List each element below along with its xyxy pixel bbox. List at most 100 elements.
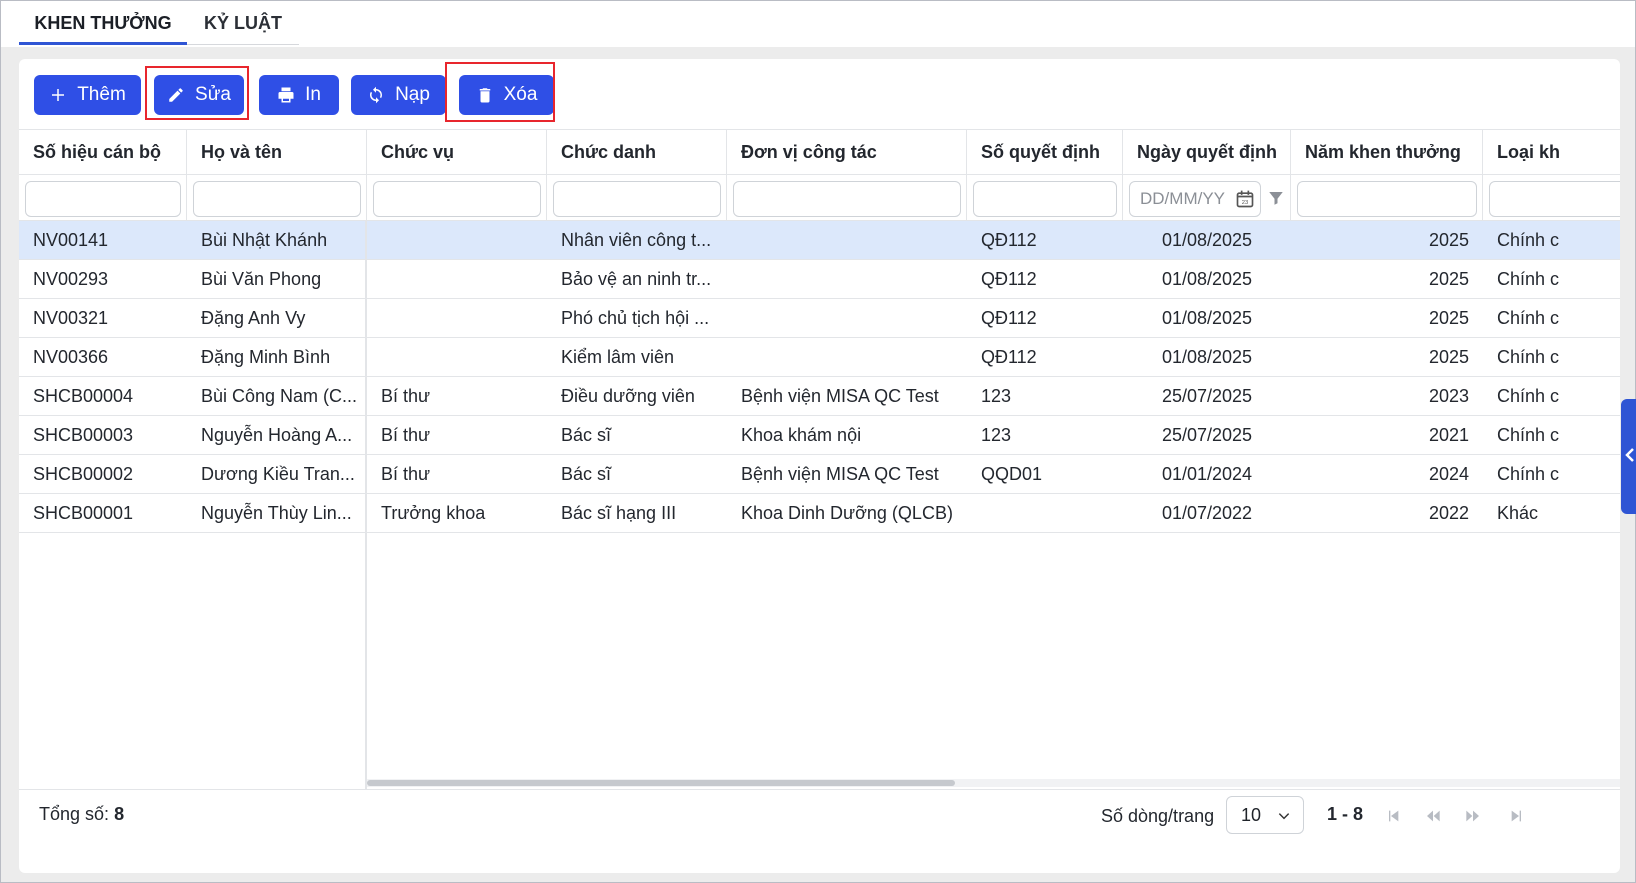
cell-position: Trưởng khoa bbox=[381, 503, 486, 523]
table-row[interactable]: SHCB00003 Nguyễn Hoàng A... Bí thư Bác sĩ Kh… bbox=[19, 416, 1620, 455]
col-header-title[interactable]: Chức danh bbox=[547, 130, 727, 174]
cell-decision-no: QĐ112 bbox=[981, 230, 1037, 250]
delete-button[interactable]: Xóa bbox=[459, 75, 554, 115]
cell-position: Bí thư bbox=[381, 386, 431, 406]
grid-header: Số hiệu cán bộ Họ và tên Chức vụ Chức da… bbox=[19, 129, 1620, 175]
col-header-full-name[interactable]: Họ và tên bbox=[187, 130, 367, 174]
cell-decision-date: 25/07/2025 bbox=[1161, 386, 1253, 406]
col-header-position[interactable]: Chức vụ bbox=[367, 130, 547, 174]
add-button[interactable]: Thêm bbox=[34, 75, 141, 115]
cell-award-type: Chính c bbox=[1497, 464, 1560, 484]
edit-button[interactable]: Sửa bbox=[154, 75, 244, 115]
cell-award-year: 2025 bbox=[1428, 269, 1469, 289]
cell-award-type: Chính c bbox=[1497, 386, 1560, 406]
filter-decision-no[interactable] bbox=[973, 181, 1117, 217]
cell-decision-date: 01/08/2025 bbox=[1161, 230, 1253, 250]
table-row[interactable]: NV00141 Bùi Nhật Khánh Nhân viên công t...… bbox=[19, 221, 1620, 260]
cell-title: Kiểm lâm viên bbox=[561, 347, 675, 367]
cell-award-year: 2023 bbox=[1428, 386, 1469, 406]
cell-award-year: 2024 bbox=[1428, 464, 1469, 484]
printer-icon bbox=[278, 87, 294, 103]
filter-full-name[interactable] bbox=[193, 181, 361, 217]
frozen-column-divider bbox=[365, 221, 367, 789]
tab-ky-luat[interactable]: KỶ LUẬT bbox=[187, 1, 299, 45]
data-grid: Số hiệu cán bộ Họ và tên Chức vụ Chức da… bbox=[19, 129, 1620, 789]
svg-text:23: 23 bbox=[1242, 200, 1248, 206]
filter-employee-id[interactable] bbox=[25, 181, 181, 217]
cell-title: Bác sĩ bbox=[561, 425, 612, 445]
content-card: Thêm Sửa In Nạp Xóa Số hiệu cán bộ Họ và… bbox=[19, 59, 1620, 873]
table-row[interactable]: NV00366 Đặng Minh Bình Kiểm lâm viên QĐ112 0… bbox=[19, 338, 1620, 377]
plus-icon bbox=[52, 89, 65, 101]
cell-decision-date: 01/08/2025 bbox=[1161, 347, 1253, 367]
cell-decision-date: 01/08/2025 bbox=[1161, 269, 1253, 289]
filter-cell bbox=[187, 175, 367, 221]
filter-funnel-icon[interactable] bbox=[1267, 189, 1285, 207]
table-row[interactable]: SHCB00001 Nguyễn Thùy Lin... Trưởng khoa Bá… bbox=[19, 494, 1620, 533]
chevron-left-icon bbox=[1625, 448, 1634, 462]
pencil-icon bbox=[169, 88, 183, 102]
cell-decision-no bbox=[967, 494, 1123, 532]
cell-title: Điều dưỡng viên bbox=[561, 386, 695, 406]
last-page-icon[interactable] bbox=[1509, 808, 1525, 824]
cell-employee-id: NV00321 bbox=[33, 308, 109, 328]
cell-unit bbox=[727, 338, 967, 376]
filter-award-year[interactable] bbox=[1297, 181, 1477, 217]
grid-footer: Tổng số: 8 Số dòng/trang 10 1 - 8 bbox=[19, 789, 1620, 873]
refresh-icon bbox=[370, 86, 383, 104]
side-panel-toggle[interactable] bbox=[1621, 399, 1636, 514]
cell-employee-id: NV00293 bbox=[33, 269, 109, 289]
col-header-employee-id[interactable]: Số hiệu cán bộ bbox=[19, 130, 187, 174]
cell-full-name: Bùi Văn Phong bbox=[201, 269, 322, 289]
table-row[interactable]: NV00293 Bùi Văn Phong Bảo vệ an ninh tr...… bbox=[19, 260, 1620, 299]
cell-title: Nhân viên công t... bbox=[561, 230, 712, 250]
reload-button[interactable]: Nạp bbox=[351, 75, 446, 115]
first-page-icon[interactable] bbox=[1385, 808, 1401, 824]
cell-unit bbox=[727, 260, 967, 298]
calendar-icon[interactable]: 23 bbox=[1235, 189, 1255, 209]
filter-cell bbox=[19, 175, 187, 221]
horizontal-scrollbar-thumb[interactable] bbox=[367, 780, 955, 786]
tab-khen-thuong[interactable]: KHEN THƯỞNG bbox=[19, 1, 187, 45]
trash-icon bbox=[479, 88, 490, 103]
cell-unit: Bệnh viện MISA QC Test bbox=[741, 386, 939, 406]
cell-full-name: Nguyễn Thùy Lin... bbox=[201, 503, 352, 523]
filter-title[interactable] bbox=[553, 181, 721, 217]
cell-full-name: Bùi Nhật Khánh bbox=[201, 230, 328, 250]
cell-full-name: Đặng Minh Bình bbox=[201, 347, 331, 367]
cell-award-type: Chính c bbox=[1497, 347, 1560, 367]
cell-full-name: Dương Kiều Tran... bbox=[201, 464, 355, 484]
cell-employee-id: SHCB00004 bbox=[33, 386, 134, 406]
table-row[interactable]: NV00321 Đặng Anh Vy Phó chủ tịch hội ... QĐ… bbox=[19, 299, 1620, 338]
cell-title: Phó chủ tịch hội ... bbox=[561, 308, 710, 328]
prev-page-icon[interactable] bbox=[1425, 808, 1441, 824]
cell-decision-no: 123 bbox=[981, 386, 1012, 406]
rows-per-page-select[interactable]: 10 bbox=[1226, 796, 1304, 834]
col-header-award-type[interactable]: Loại kh bbox=[1483, 130, 1620, 174]
col-header-decision-date[interactable]: Ngày quyết định bbox=[1123, 130, 1291, 174]
filter-position[interactable] bbox=[373, 181, 541, 217]
tab-bar: KHEN THƯỞNG KỶ LUẬT bbox=[1, 1, 1635, 47]
col-header-decision-no[interactable]: Số quyết định bbox=[967, 130, 1123, 174]
filter-cell bbox=[1291, 175, 1483, 221]
cell-position: Bí thư bbox=[381, 425, 431, 445]
col-header-award-year[interactable]: Năm khen thưởng bbox=[1291, 130, 1483, 174]
cell-full-name: Bùi Công Nam (C... bbox=[201, 386, 358, 406]
rows-per-page-value: 10 bbox=[1241, 804, 1262, 825]
filter-cell: 23 bbox=[1123, 175, 1291, 221]
cell-award-year: 2021 bbox=[1428, 425, 1469, 445]
page-range: 1 - 8 bbox=[1327, 804, 1364, 824]
filter-unit[interactable] bbox=[733, 181, 961, 217]
cell-unit bbox=[727, 299, 967, 337]
col-header-unit[interactable]: Đơn vị công tác bbox=[727, 130, 967, 174]
rows-per-page-label: Số dòng/trang bbox=[1101, 806, 1215, 826]
cell-award-year: 2025 bbox=[1428, 230, 1469, 250]
print-button[interactable]: In bbox=[259, 75, 339, 115]
print-button-label: In bbox=[305, 84, 321, 105]
next-page-icon[interactable] bbox=[1465, 808, 1481, 824]
cell-full-name: Đặng Anh Vy bbox=[201, 308, 306, 328]
filter-award-type[interactable] bbox=[1489, 181, 1620, 217]
table-row[interactable]: SHCB00002 Dương Kiều Tran... Bí thư Bác sĩ B… bbox=[19, 455, 1620, 494]
cell-employee-id: SHCB00001 bbox=[33, 503, 134, 523]
table-row[interactable]: SHCB00004 Bùi Công Nam (C... Bí thư Điều dư… bbox=[19, 377, 1620, 416]
